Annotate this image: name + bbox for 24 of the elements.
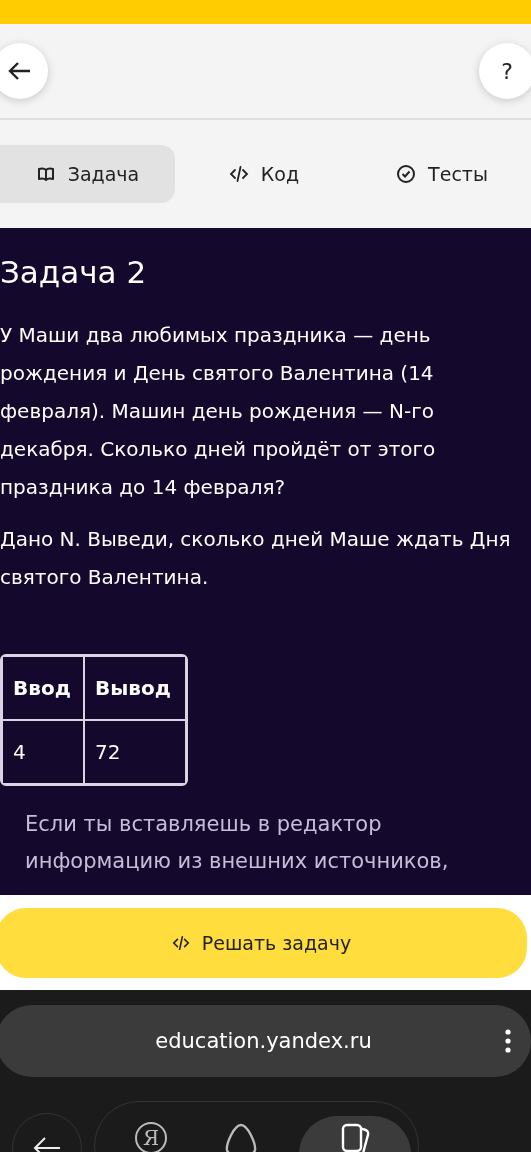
table-header-cell: Вывод bbox=[84, 656, 186, 720]
table-header-cell: Ввод bbox=[2, 656, 84, 720]
book-icon bbox=[35, 164, 56, 184]
tab[interactable]: Тесты bbox=[353, 145, 531, 203]
tab[interactable]: Код bbox=[175, 145, 353, 203]
table-cell: 72 bbox=[84, 720, 186, 784]
code-icon bbox=[228, 164, 249, 184]
note-text: Если ты вставляешь в редактор информацию из внешних источников, bbox=[25, 811, 450, 875]
back-arrow-icon bbox=[8, 61, 32, 81]
help-button[interactable]: ? bbox=[479, 43, 531, 99]
address-bar[interactable]: education.yandex.ru bbox=[0, 1005, 531, 1077]
more-menu-icon[interactable] bbox=[505, 1029, 511, 1053]
logo-button[interactable]: Я bbox=[135, 1122, 167, 1152]
url-text: education.yandex.ru bbox=[155, 1029, 372, 1053]
check-circle-icon bbox=[396, 164, 417, 184]
task-paragraph: Дано N. Выведи, сколько дней Маше ждать Дня святого Валентина. bbox=[0, 526, 512, 591]
task-paragraph: У Маши два любимых праздника — день рождения и День святого Валентина (14 февраля). Машин день рождения — N-го декабря. Сколько дней пройдёт от этого праздника до 14 февраля? bbox=[0, 322, 437, 501]
back-button[interactable] bbox=[0, 43, 48, 99]
solve-button[interactable]: Решать задачу bbox=[0, 907, 527, 978]
code-icon bbox=[171, 933, 190, 952]
task-title: Задача 2 bbox=[0, 253, 148, 292]
alice-icon[interactable] bbox=[223, 1122, 259, 1152]
table-cell: 4 bbox=[2, 720, 84, 784]
tab[interactable]: Задача bbox=[0, 145, 175, 203]
